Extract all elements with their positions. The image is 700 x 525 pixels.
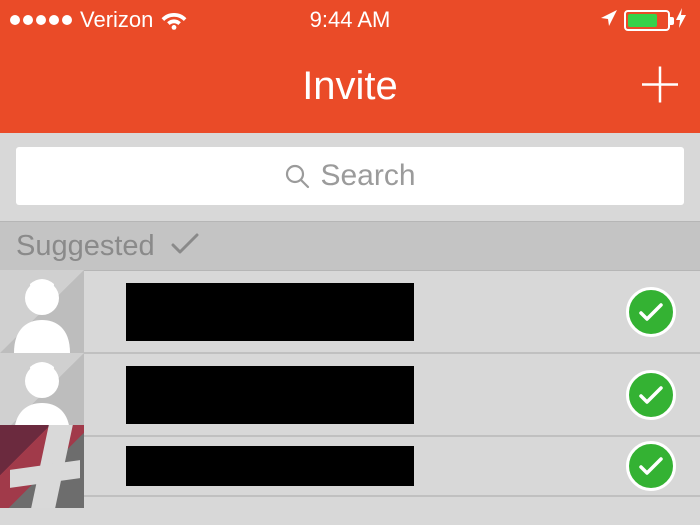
location-arrow-icon bbox=[600, 7, 618, 33]
status-bar: Verizon 9:44 AM bbox=[0, 0, 700, 40]
status-right bbox=[600, 7, 686, 33]
clock-label: 9:44 AM bbox=[310, 7, 391, 33]
avatar bbox=[0, 425, 84, 508]
wifi-icon bbox=[161, 10, 187, 30]
selected-check-icon[interactable] bbox=[626, 370, 676, 420]
contact-row[interactable] bbox=[0, 271, 700, 354]
section-label: Suggested bbox=[16, 230, 155, 263]
checkmark-icon bbox=[171, 230, 199, 263]
page-title: Invite bbox=[302, 64, 398, 109]
contact-list bbox=[0, 271, 700, 497]
battery-icon bbox=[624, 10, 670, 31]
avatar bbox=[0, 270, 84, 353]
selected-check-icon[interactable] bbox=[626, 441, 676, 491]
contact-name-redacted bbox=[126, 366, 414, 424]
selected-check-icon[interactable] bbox=[626, 287, 676, 337]
contact-row[interactable] bbox=[0, 437, 700, 497]
search-input[interactable]: Search bbox=[16, 147, 684, 205]
contact-row[interactable] bbox=[0, 354, 700, 437]
contact-name-redacted bbox=[126, 446, 414, 486]
contact-name-redacted bbox=[126, 283, 414, 341]
header-bar: Verizon 9:44 AM Invite bbox=[0, 0, 700, 133]
charging-bolt-icon bbox=[676, 8, 686, 33]
nav-bar: Invite bbox=[0, 40, 700, 133]
signal-strength-icon bbox=[10, 15, 72, 25]
carrier-label: Verizon bbox=[80, 7, 153, 33]
status-left: Verizon bbox=[10, 7, 187, 33]
search-placeholder: Search bbox=[320, 159, 415, 193]
add-button[interactable] bbox=[638, 62, 682, 111]
search-icon bbox=[284, 163, 310, 189]
search-container: Search bbox=[0, 133, 700, 221]
section-header-suggested: Suggested bbox=[0, 221, 700, 271]
